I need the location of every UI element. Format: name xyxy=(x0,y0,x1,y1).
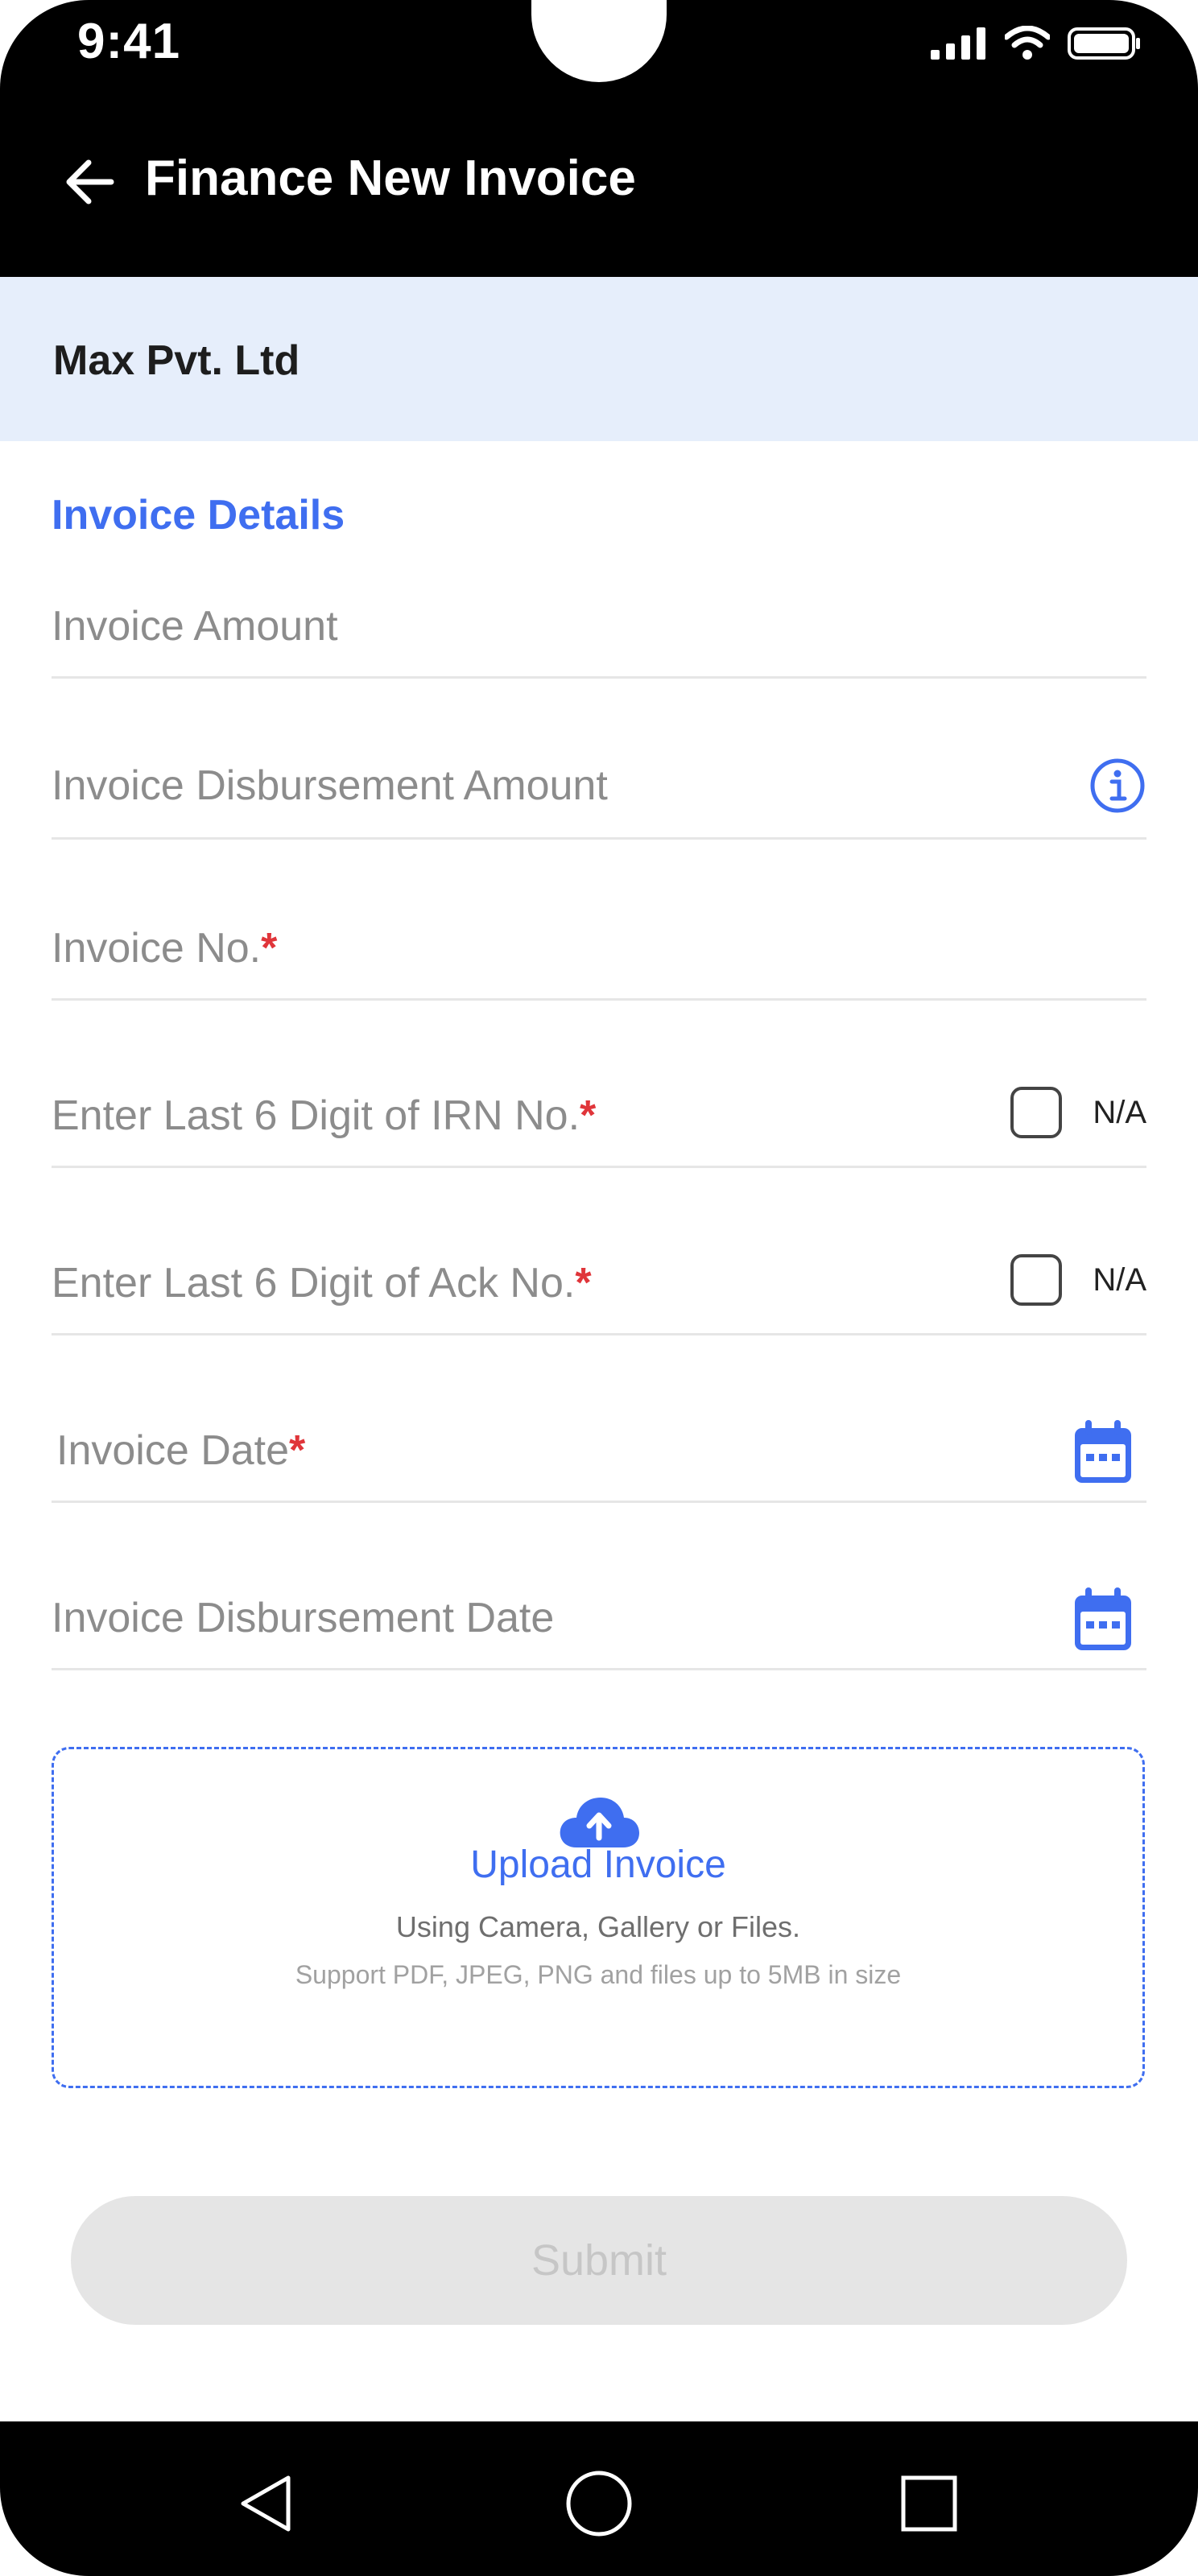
system-nav-bar xyxy=(0,2421,1198,2576)
irn-label: Enter Last 6 Digit of IRN No.* xyxy=(52,1092,597,1139)
nav-back-icon[interactable] xyxy=(227,2463,308,2544)
irn-na-checkbox[interactable] xyxy=(1010,1087,1063,1138)
top-header: 9:41 Finance New Invoice xyxy=(0,0,1198,277)
irn-na-option[interactable]: N/A xyxy=(1010,1087,1146,1138)
status-icons xyxy=(931,19,1142,68)
company-banner: Max Pvt. Ltd xyxy=(0,277,1198,441)
irn-field[interactable]: Enter Last 6 Digit of IRN No.* N/A xyxy=(52,1079,1146,1168)
company-name: Max Pvt. Ltd xyxy=(53,337,300,384)
wifi-icon xyxy=(1005,26,1050,60)
invoice-no-label: Invoice No.* xyxy=(52,925,278,972)
required-asterisk: * xyxy=(575,1260,592,1307)
camera-notch xyxy=(531,0,667,82)
irn-na-label: N/A xyxy=(1093,1094,1146,1130)
ack-na-option[interactable]: N/A xyxy=(1010,1254,1146,1306)
invoice-date-field[interactable]: Invoice Date* xyxy=(52,1414,1146,1503)
upload-note: Support PDF, JPEG, PNG and files up to 5… xyxy=(295,1960,902,1989)
disbursement-date-picker-button[interactable] xyxy=(1072,1586,1134,1653)
disbursement-amount-label: Invoice Disbursement Amount xyxy=(52,762,608,809)
invoice-amount-label: Invoice Amount xyxy=(52,603,338,650)
invoice-no-field[interactable]: Invoice No.* xyxy=(52,918,1146,1001)
submit-button[interactable]: Submit xyxy=(71,2196,1127,2325)
invoice-amount-field[interactable]: Invoice Amount xyxy=(52,596,1146,679)
info-button[interactable] xyxy=(1089,757,1146,815)
signal-icon xyxy=(931,27,985,60)
info-icon xyxy=(1090,758,1145,813)
disbursement-date-label: Invoice Disbursement Date xyxy=(52,1595,555,1641)
required-asterisk: * xyxy=(289,1427,306,1474)
ack-label: Enter Last 6 Digit of Ack No.* xyxy=(52,1260,592,1307)
nav-recents-icon[interactable] xyxy=(889,2463,969,2544)
upload-subtitle: Using Camera, Gallery or Files. xyxy=(395,1910,801,1943)
ack-na-checkbox[interactable] xyxy=(1010,1254,1063,1306)
status-time: 9:41 xyxy=(77,14,181,69)
ack-na-label: N/A xyxy=(1093,1261,1146,1298)
invoice-date-label: Invoice Date* xyxy=(56,1427,306,1474)
calendar-icon xyxy=(1075,1587,1131,1650)
invoice-date-picker-button[interactable] xyxy=(1072,1418,1134,1486)
ack-field[interactable]: Enter Last 6 Digit of Ack No.* N/A xyxy=(52,1246,1146,1335)
upload-title: Upload Invoice xyxy=(470,1843,726,1886)
nav-home-icon[interactable] xyxy=(559,2463,639,2544)
battery-icon xyxy=(1068,27,1140,60)
section-title: Invoice Details xyxy=(52,492,345,539)
upload-invoice-dropzone[interactable]: Upload Invoice Using Camera, Gallery or … xyxy=(52,1747,1145,2088)
page-title: Finance New Invoice xyxy=(145,151,636,206)
phone-screen: 9:41 Finance New Invoice Max Pvt. Ltd In… xyxy=(0,0,1198,2576)
calendar-icon xyxy=(1075,1420,1131,1483)
required-asterisk: * xyxy=(261,925,278,972)
disbursement-date-field[interactable]: Invoice Disbursement Date xyxy=(52,1581,1146,1670)
required-asterisk: * xyxy=(580,1092,597,1139)
back-arrow-icon[interactable] xyxy=(61,155,116,209)
disbursement-amount-field[interactable]: Invoice Disbursement Amount xyxy=(52,757,1146,840)
